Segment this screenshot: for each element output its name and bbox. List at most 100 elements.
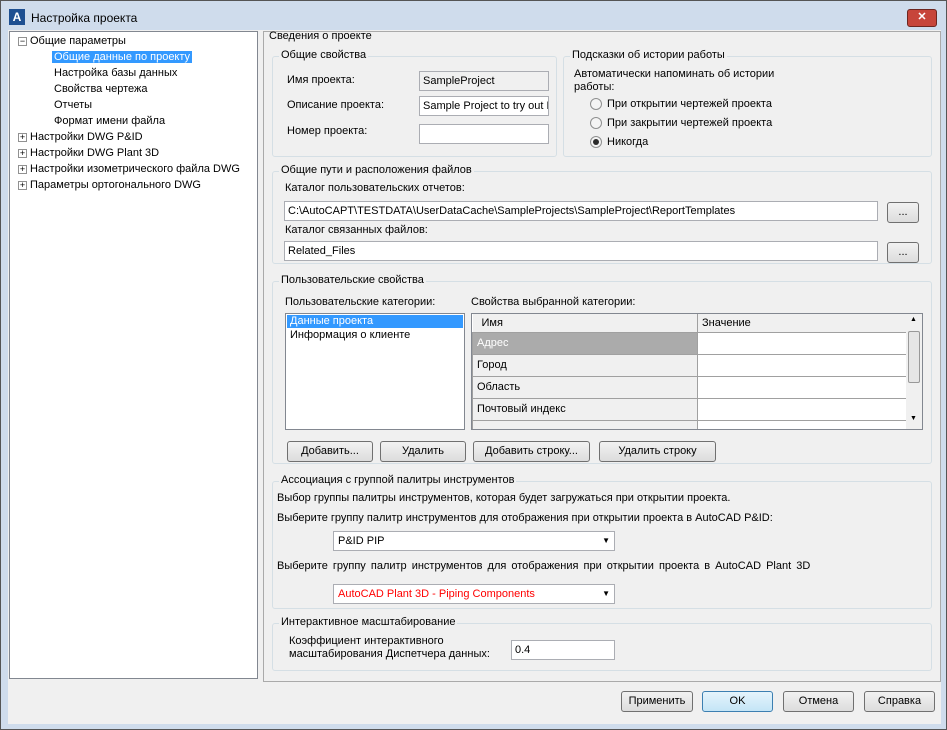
add-row-button[interactable]: Добавить строку... bbox=[473, 441, 590, 462]
project-description-field[interactable]: Sample Project to try out P bbox=[419, 96, 549, 116]
scroll-thumb[interactable] bbox=[908, 331, 920, 383]
grid-row-value[interactable] bbox=[697, 331, 908, 355]
group-label: Общие пути и расположения файлов bbox=[279, 164, 474, 176]
tree-node-label: Настройки DWG Plant 3D bbox=[30, 147, 160, 159]
scroll-down-icon[interactable]: ▼ bbox=[910, 415, 917, 422]
section-title: Сведения о проекте bbox=[269, 30, 372, 42]
tree-node-label: Общие параметры bbox=[30, 35, 126, 47]
tree-item-filename-format[interactable]: Формат имени файла bbox=[54, 114, 165, 129]
tree-node-label: Настройки DWG P&ID bbox=[30, 131, 143, 143]
expand-icon[interactable]: + bbox=[18, 164, 27, 174]
group-label: Интерактивное масштабирование bbox=[279, 616, 458, 628]
group-label: Общие свойства bbox=[279, 49, 369, 61]
grid-row-name[interactable]: Адрес bbox=[472, 331, 698, 355]
dropdown-value: P&ID PIP bbox=[338, 535, 385, 547]
pid-palette-dropdown[interactable]: P&ID PIP ▼ bbox=[333, 531, 615, 551]
properties-grid[interactable]: Имя Значение Адрес Город Область Почтовый… bbox=[471, 313, 923, 430]
tree-item-label: Общие данные по проекту bbox=[52, 51, 193, 63]
grid-scrollbar[interactable]: ▲ ▼ bbox=[906, 314, 922, 429]
radio-on-open[interactable]: При открытии чертежей проекта bbox=[590, 98, 772, 111]
tree-item-reports[interactable]: Отчеты bbox=[54, 98, 92, 113]
tree-node-iso[interactable]: + Настройки изометрического файла DWG bbox=[18, 162, 240, 177]
radio-icon bbox=[590, 98, 602, 111]
properties-label: Свойства выбранной категории: bbox=[471, 296, 636, 308]
expand-icon[interactable]: + bbox=[18, 132, 27, 142]
grid-row-value[interactable] bbox=[697, 353, 908, 377]
group-label: Подсказки об истории работы bbox=[570, 49, 727, 61]
grid-row-name[interactable]: Город bbox=[472, 353, 698, 377]
radio-label: При открытии чертежей проекта bbox=[607, 98, 772, 110]
custom-properties-group: Пользовательские свойства Пользовательск… bbox=[272, 274, 932, 464]
plant-palette-dropdown[interactable]: AutoCAD Plant 3D - Piping Components ▼ bbox=[333, 584, 615, 604]
radio-on-close[interactable]: При закрытии чертежей проекта bbox=[590, 117, 773, 130]
tree-node-label: Настройки изометрического файла DWG bbox=[30, 163, 240, 175]
grid-row-name[interactable]: Почтовый индекс bbox=[472, 397, 698, 421]
tree-item-database[interactable]: Настройка базы данных bbox=[54, 66, 177, 81]
window-title: Настройка проекта bbox=[31, 11, 138, 25]
project-name-label: Имя проекта: bbox=[287, 74, 355, 86]
zoom-factor-label: Коэффициент интерактивного масштабирован… bbox=[289, 635, 490, 660]
tree-item-project-data[interactable]: Общие данные по проекту bbox=[52, 50, 193, 65]
close-button[interactable]: ✕ bbox=[907, 9, 937, 27]
tool-palette-group: Ассоциация с группой палитры инструменто… bbox=[272, 474, 932, 609]
grid-row-name[interactable]: Область bbox=[472, 375, 698, 399]
tree-node-general[interactable]: − Общие параметры bbox=[18, 34, 126, 49]
dropdown-value: AutoCAD Plant 3D - Piping Components bbox=[338, 588, 535, 600]
radio-icon bbox=[590, 117, 602, 130]
project-name-field[interactable]: SampleProject bbox=[419, 71, 549, 91]
related-files-field[interactable]: Related_Files bbox=[284, 241, 878, 261]
expand-icon[interactable]: + bbox=[18, 180, 27, 190]
category-item[interactable]: Информация о клиенте bbox=[286, 329, 464, 342]
radio-label: При закрытии чертежей проекта bbox=[607, 117, 773, 129]
help-button[interactable]: Справка bbox=[864, 691, 935, 712]
browse-reports-button[interactable]: ... bbox=[887, 202, 919, 223]
delete-row-button[interactable]: Удалить строку bbox=[599, 441, 716, 462]
radio-selected-icon bbox=[590, 136, 602, 149]
radio-never[interactable]: Никогда bbox=[590, 136, 649, 149]
grid-row-value[interactable] bbox=[697, 375, 908, 399]
group-label: Пользовательские свойства bbox=[279, 274, 426, 286]
scroll-up-icon[interactable]: ▲ bbox=[910, 316, 917, 323]
tree-node-ortho[interactable]: + Параметры ортогонального DWG bbox=[18, 178, 201, 193]
browse-related-button[interactable]: ... bbox=[887, 242, 919, 263]
project-number-label: Номер проекта: bbox=[287, 125, 368, 137]
column-header-name[interactable]: Имя bbox=[472, 314, 698, 333]
dialog-window: A Настройка проекта ✕ − Общие параметры О… bbox=[0, 0, 947, 730]
group-label: Ассоциация с группой палитры инструменто… bbox=[279, 474, 517, 486]
grid-row-value[interactable] bbox=[697, 419, 908, 429]
add-category-button[interactable]: Добавить... bbox=[287, 441, 373, 462]
palette-description: Выбор группы палитры инструментов, котор… bbox=[277, 492, 731, 504]
history-hints-group: Подсказки об истории работы Автоматическ… bbox=[563, 49, 932, 157]
apply-button[interactable]: Применить bbox=[621, 691, 693, 712]
expand-icon[interactable]: + bbox=[18, 148, 27, 158]
tree-item-drawing-props[interactable]: Свойства чертежа bbox=[54, 82, 147, 97]
chevron-down-icon: ▼ bbox=[602, 589, 610, 598]
ok-button[interactable]: OK bbox=[702, 691, 773, 712]
grid-row-value[interactable] bbox=[697, 397, 908, 421]
reports-folder-field[interactable]: C:\AutoCAPT\TESTDATA\UserDataCache\Sampl… bbox=[284, 201, 878, 221]
related-files-label: Каталог связанных файлов: bbox=[285, 224, 428, 236]
tree-node-pid[interactable]: + Настройки DWG P&ID bbox=[18, 130, 143, 145]
interactive-zoom-group: Интерактивное масштабирование Коэффициен… bbox=[272, 616, 932, 671]
pid-palette-label: Выберите группу палитр инструментов для … bbox=[277, 512, 773, 524]
categories-label: Пользовательские категории: bbox=[285, 296, 436, 308]
grid-row-name[interactable] bbox=[472, 419, 698, 429]
paths-group: Общие пути и расположения файлов Каталог… bbox=[272, 164, 932, 264]
zoom-factor-field[interactable]: 0.4 bbox=[511, 640, 615, 660]
cancel-button[interactable]: Отмена bbox=[783, 691, 854, 712]
autocad-logo-icon: A bbox=[9, 9, 25, 25]
radio-label: Никогда bbox=[607, 136, 649, 148]
tree-node-plant3d[interactable]: + Настройки DWG Plant 3D bbox=[18, 146, 159, 161]
plant-palette-label: Выберите группу палитр инструментов для … bbox=[277, 560, 811, 572]
category-item[interactable]: Данные проекта bbox=[287, 315, 463, 328]
chevron-down-icon: ▼ bbox=[602, 536, 610, 545]
categories-list[interactable]: Данные проекта Информация о клиенте bbox=[285, 313, 465, 430]
tree-node-label: Параметры ортогонального DWG bbox=[30, 179, 201, 191]
reports-folder-label: Каталог пользовательских отчетов: bbox=[285, 182, 465, 194]
settings-tree[interactable]: − Общие параметры Общие данные по проекту… bbox=[9, 31, 258, 679]
column-header-value[interactable]: Значение bbox=[697, 314, 908, 333]
delete-category-button[interactable]: Удалить bbox=[380, 441, 466, 462]
project-number-field[interactable] bbox=[419, 124, 549, 144]
project-description-label: Описание проекта: bbox=[287, 99, 385, 111]
collapse-icon[interactable]: − bbox=[18, 36, 27, 46]
